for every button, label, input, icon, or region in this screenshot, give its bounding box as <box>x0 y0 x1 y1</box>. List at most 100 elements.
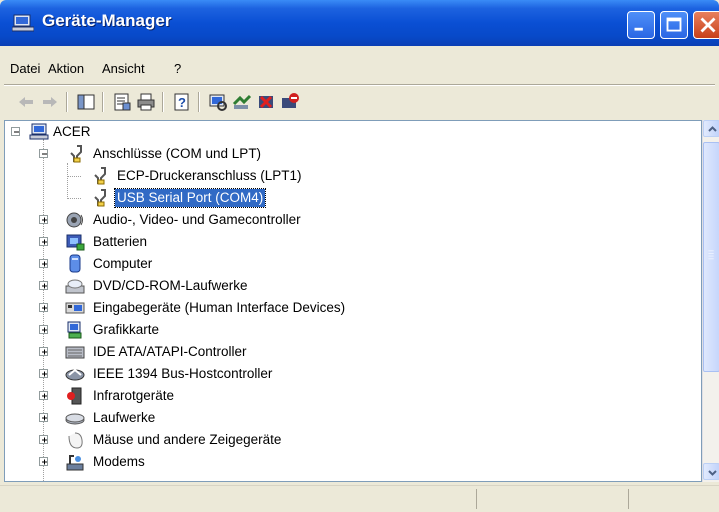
display-adapter-icon <box>67 321 82 339</box>
menu-help[interactable]: ? <box>174 61 181 76</box>
tree-item[interactable]: DVD/CD-ROM-Laufwerke <box>5 275 695 297</box>
tree-item-label: Infrarotgeräte <box>93 388 175 403</box>
help-icon[interactable]: ? <box>172 92 192 112</box>
grip-icon <box>708 250 714 260</box>
expand-icon[interactable] <box>39 303 48 312</box>
tree-item-label: Grafikkarte <box>93 322 160 337</box>
expand-icon[interactable] <box>39 457 48 466</box>
maximize-icon <box>666 17 682 32</box>
expand-icon[interactable] <box>39 347 48 356</box>
tree-item-label: Anschlüsse (COM und LPT) <box>93 146 262 161</box>
port-icon <box>70 145 82 163</box>
modem-icon <box>66 455 84 471</box>
menu-ansicht[interactable]: Ansicht <box>102 61 145 76</box>
toolbar-separator <box>198 92 200 112</box>
hid-icon <box>65 302 85 314</box>
scroll-up-button[interactable] <box>703 120 719 137</box>
status-bar <box>0 485 719 512</box>
tree-item-label: Batterien <box>93 234 148 249</box>
maximize-button[interactable] <box>660 11 688 39</box>
expand-icon[interactable] <box>39 215 48 224</box>
menu-aktion[interactable]: Aktion <box>48 61 84 76</box>
back-arrow-icon[interactable] <box>16 92 36 112</box>
mouse-icon <box>68 432 83 449</box>
expand-icon[interactable] <box>39 369 48 378</box>
tree-item[interactable]: Audio-, Video- und Gamecontroller <box>5 209 695 231</box>
tree-item[interactable]: Anschlüsse (COM und LPT) <box>5 143 695 165</box>
toolbar-separator <box>66 92 68 112</box>
expand-icon[interactable] <box>39 391 48 400</box>
tree-item[interactable]: IDE ATA/ATAPI-Controller <box>5 341 695 363</box>
chevron-down-icon <box>708 470 717 476</box>
forward-arrow-icon[interactable] <box>40 92 60 112</box>
tree-item[interactable]: Mäuse und andere Zeigegeräte <box>5 429 695 451</box>
menu-separator <box>4 84 715 86</box>
toolbar-separator <box>162 92 164 112</box>
tree-item[interactable]: IEEE 1394 Bus-Hostcontroller <box>5 363 695 385</box>
tree-item[interactable]: Grafikkarte <box>5 319 695 341</box>
infrared-icon <box>67 387 82 405</box>
cdrom-icon <box>65 279 85 294</box>
tree-item[interactable]: Infrarotgeräte <box>5 385 695 407</box>
title-bar[interactable]: Geräte-Manager <box>0 0 719 46</box>
expand-icon[interactable] <box>39 325 48 334</box>
uninstall-icon[interactable] <box>256 92 276 112</box>
tree-root-label: ACER <box>53 124 91 139</box>
menu-bar: Datei Aktion Ansicht ? <box>4 55 715 83</box>
tree-item[interactable]: ECP-Druckeranschluss (LPT1) <box>5 165 695 187</box>
tree-item-label: Eingabegeräte (Human Interface Devices) <box>93 300 346 315</box>
tree-item-label: USB Serial Port (COM4) <box>113 188 267 208</box>
tree-item-label: Computer <box>93 256 153 271</box>
update-driver-icon[interactable] <box>232 92 252 112</box>
ide-controller-icon <box>65 346 85 359</box>
firewire-icon <box>65 368 85 381</box>
tree-item-label: Laufwerke <box>93 410 156 425</box>
expand-icon[interactable] <box>39 259 48 268</box>
tree-item[interactable]: Batterien <box>5 231 695 253</box>
svg-text:?: ? <box>178 95 186 110</box>
tree-item[interactable]: Eingabegeräte (Human Interface Devices) <box>5 297 695 319</box>
window-title: Geräte-Manager <box>42 11 172 30</box>
device-manager-icon <box>12 14 34 32</box>
computer-icon <box>29 123 49 140</box>
audio-icon <box>66 212 83 228</box>
scroll-down-button[interactable] <box>703 463 719 480</box>
properties-icon[interactable] <box>112 92 132 112</box>
tree-item-label: Mäuse und andere Zeigegeräte <box>93 432 282 447</box>
tree-item[interactable]: Modems <box>5 451 695 473</box>
scroll-thumb[interactable] <box>703 142 719 372</box>
tree-root[interactable]: ACER <box>5 121 695 143</box>
toolbar: ? <box>4 88 715 116</box>
tree-item[interactable]: Laufwerke <box>5 407 695 429</box>
status-panel <box>476 489 477 509</box>
port-icon <box>94 167 106 185</box>
tree-item[interactable]: Computer <box>5 253 695 275</box>
expand-icon[interactable] <box>39 413 48 422</box>
disable-icon[interactable] <box>280 92 300 112</box>
tree-item-selected[interactable]: USB Serial Port (COM4) <box>5 187 695 209</box>
scan-hardware-icon[interactable] <box>208 92 228 112</box>
device-tree[interactable]: ACER Anschlüsse (COM und LPT) ECP-Drucke… <box>4 120 702 482</box>
close-icon <box>700 17 716 33</box>
expand-icon[interactable] <box>39 281 48 290</box>
device-manager-window: Geräte-Manager Datei Aktion Ansicht ? ? <box>0 0 719 512</box>
print-icon[interactable] <box>136 92 156 112</box>
collapse-icon[interactable] <box>39 149 48 158</box>
computer-icon <box>69 254 81 273</box>
menu-datei[interactable]: Datei <box>10 61 40 76</box>
expand-icon[interactable] <box>39 237 48 246</box>
tree-item-label: Audio-, Video- und Gamecontroller <box>93 212 301 227</box>
expand-icon[interactable] <box>39 435 48 444</box>
collapse-icon[interactable] <box>11 127 20 136</box>
disk-drive-icon <box>65 413 85 425</box>
vertical-scrollbar[interactable] <box>702 120 719 482</box>
tree-item-label: IEEE 1394 Bus-Hostcontroller <box>93 366 273 381</box>
battery-icon <box>66 234 85 251</box>
minimize-icon <box>634 27 643 31</box>
console-tree-icon[interactable] <box>76 92 96 112</box>
tree-item-label: DVD/CD-ROM-Laufwerke <box>93 278 248 293</box>
close-button[interactable] <box>693 11 719 39</box>
status-panel <box>628 489 629 509</box>
minimize-button[interactable] <box>627 11 655 39</box>
port-icon <box>94 189 106 207</box>
